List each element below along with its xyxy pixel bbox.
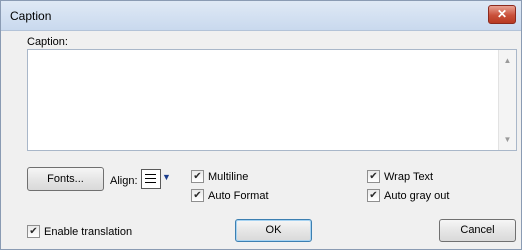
wrap-text-label: Wrap Text: [384, 170, 434, 183]
check-icon: ✔: [191, 170, 204, 183]
close-button[interactable]: ✕: [488, 5, 516, 24]
scroll-up-icon[interactable]: ▲: [499, 52, 516, 69]
title-bar: Caption ✕: [1, 1, 521, 31]
chevron-down-icon: ▼: [162, 172, 171, 182]
scroll-down-icon[interactable]: ▼: [499, 131, 516, 148]
auto-format-checkbox[interactable]: ✔ Auto Format: [191, 189, 269, 202]
align-left-icon: [141, 169, 161, 189]
multiline-label: Multiline: [208, 170, 249, 183]
align-dropdown[interactable]: ▼: [141, 169, 174, 189]
check-icon: ✔: [191, 189, 204, 202]
window-title: Caption: [10, 9, 52, 23]
cancel-button[interactable]: Cancel: [439, 219, 516, 242]
auto-gray-out-checkbox[interactable]: ✔ Auto gray out: [367, 189, 449, 202]
check-icon: ✔: [367, 189, 380, 202]
multiline-checkbox[interactable]: ✔ Multiline: [191, 170, 248, 183]
caption-dialog: Caption ✕ Caption: ▲ ▼ Fonts... Align: ▼…: [0, 0, 522, 250]
close-icon: ✕: [496, 7, 508, 21]
ok-button[interactable]: OK: [235, 219, 312, 242]
auto-format-label: Auto Format: [208, 189, 269, 202]
check-icon: ✔: [27, 225, 40, 238]
auto-gray-out-label: Auto gray out: [384, 189, 450, 202]
check-icon: ✔: [367, 170, 380, 183]
align-label: Align:: [110, 175, 138, 187]
enable-translation-checkbox[interactable]: ✔ Enable translation: [27, 225, 132, 238]
wrap-text-checkbox[interactable]: ✔ Wrap Text: [367, 170, 433, 183]
caption-label: Caption:: [27, 36, 68, 48]
enable-translation-label: Enable translation: [44, 225, 133, 238]
fonts-button[interactable]: Fonts...: [27, 167, 104, 191]
caption-textarea[interactable]: ▲ ▼: [27, 49, 517, 151]
vertical-scrollbar[interactable]: ▲ ▼: [498, 50, 516, 150]
